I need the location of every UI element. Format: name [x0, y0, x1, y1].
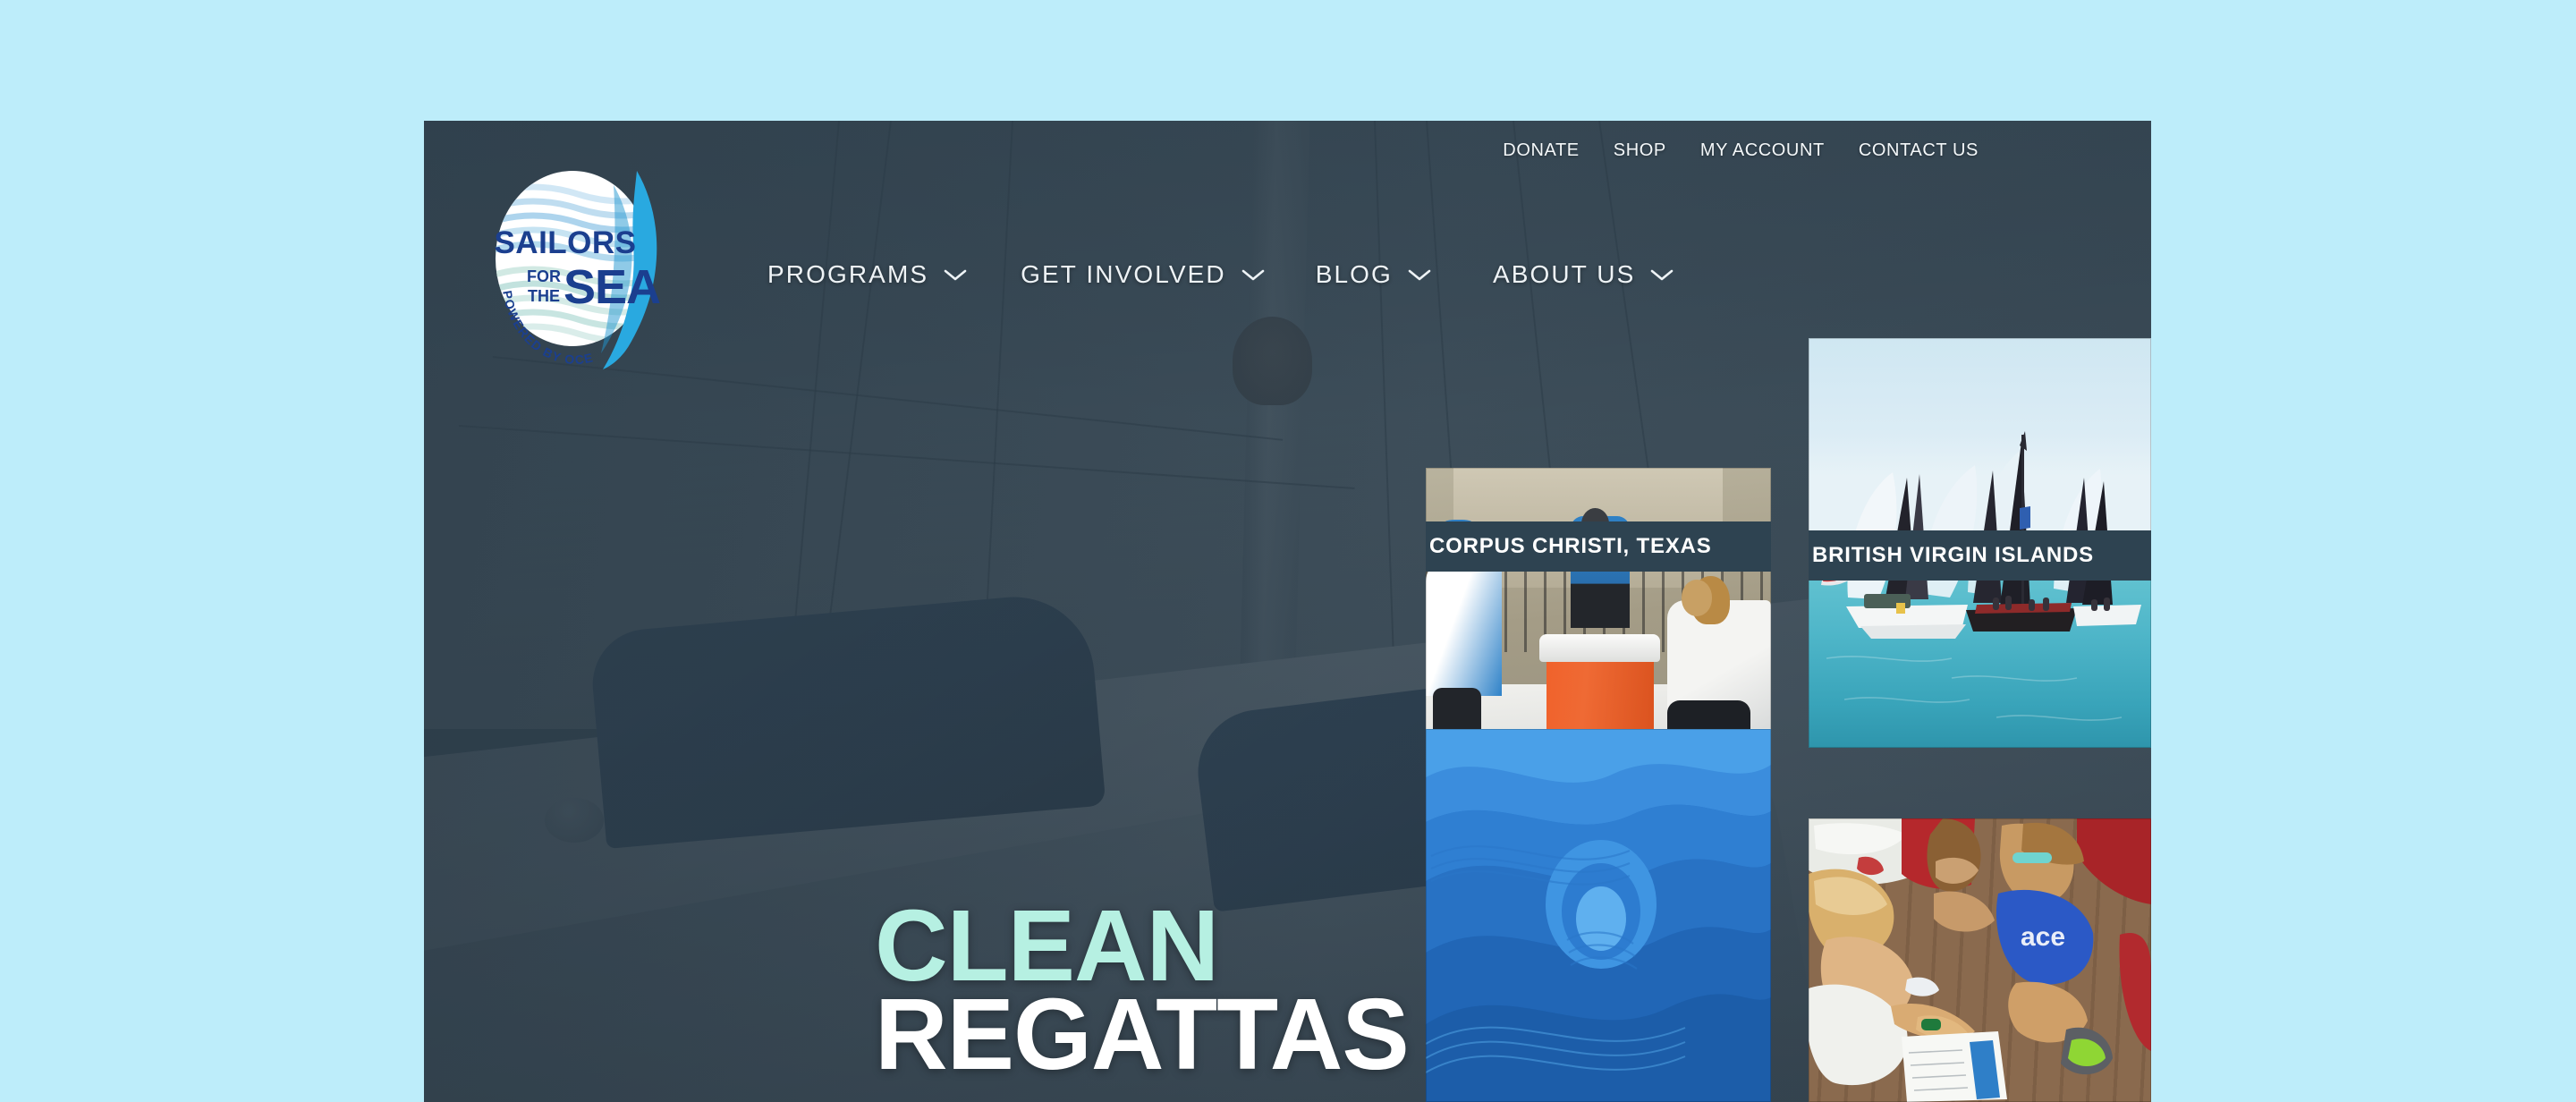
site-content-panel: SAILORS FOR THE SEA POWERED BY OCEANA DO… — [424, 121, 2151, 1102]
chevron-down-icon — [1408, 269, 1431, 280]
tile-corpus-christi-caption: CORPUS CHRISTI, TEXAS — [1426, 521, 1771, 572]
main-nav-item-about-us[interactable]: ABOUT US — [1493, 262, 1674, 287]
main-nav-item-get-involved[interactable]: GET INVOLVED — [1021, 262, 1265, 287]
tile-kids-education-image: ace — [1809, 818, 2151, 1102]
svg-text:THE: THE — [528, 287, 560, 305]
utility-nav-item-shop[interactable]: SHOP — [1614, 140, 1666, 161]
tile-kids-education[interactable]: ace — [1809, 818, 2151, 1102]
chevron-down-icon — [1651, 269, 1674, 280]
tile-blue-waves-image — [1426, 729, 1771, 1102]
chevron-down-icon — [944, 269, 967, 280]
chevron-down-icon — [1241, 269, 1265, 280]
main-nav-item-programs[interactable]: PROGRAMS — [767, 262, 967, 287]
main-nav-label-blog: BLOG — [1315, 260, 1393, 288]
sailors-for-the-sea-logo[interactable]: SAILORS FOR THE SEA POWERED BY OCEANA — [479, 158, 683, 373]
utility-nav-item-donate[interactable]: DONATE — [1503, 140, 1579, 161]
main-nav-label-get-involved: GET INVOLVED — [1021, 260, 1226, 288]
svg-text:FOR: FOR — [527, 267, 561, 285]
svg-text:SAILORS: SAILORS — [494, 225, 636, 260]
svg-text:SEA: SEA — [564, 260, 660, 314]
main-nav-label-about-us: ABOUT US — [1492, 260, 1636, 288]
tile-british-virgin-islands-caption: BRITISH VIRGIN ISLANDS — [1809, 530, 2151, 581]
main-nav-label-programs: PROGRAMS — [767, 260, 929, 288]
hero-text-block: CLEAN REGATTAS The world's leading susta… — [875, 894, 1410, 1102]
main-nav: PROGRAMS GET INVOLVED BLOG ABOUT US — [767, 262, 1674, 287]
utility-nav-item-my-account[interactable]: MY ACCOUNT — [1700, 140, 1825, 161]
main-nav-item-blog[interactable]: BLOG — [1316, 262, 1431, 287]
hero-headline-line2: REGATTAS — [875, 978, 1410, 1091]
svg-text:ace: ace — [2021, 922, 2065, 952]
page-root: SAILORS FOR THE SEA POWERED BY OCEANA DO… — [0, 0, 2576, 1102]
utility-nav: DONATE SHOP MY ACCOUNT CONTACT US — [1503, 121, 1979, 180]
tile-blue-waves[interactable] — [1426, 729, 1771, 1102]
utility-nav-item-contact-us[interactable]: CONTACT US — [1859, 140, 1979, 161]
